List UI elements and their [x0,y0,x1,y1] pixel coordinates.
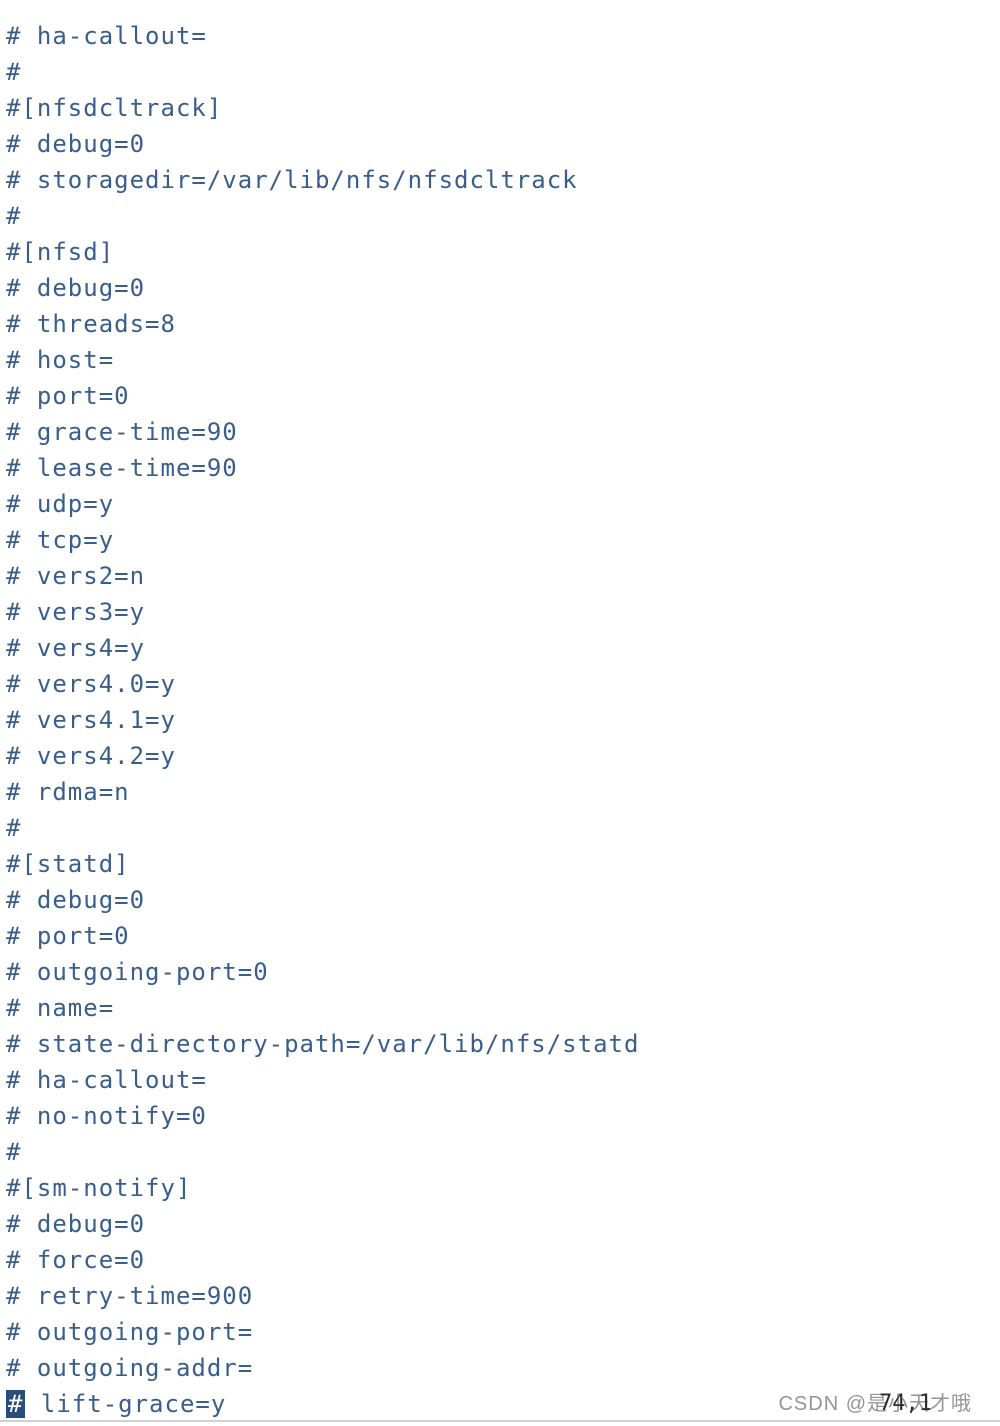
code-lines: # ha-callout= # #[nfsdcltrack] # debug=0… [6,22,639,1382]
cursor: # [6,1390,25,1418]
watermark: CSDN @是小天才哦 [778,1387,972,1416]
bottom-rule [0,1420,1000,1422]
config-file-content[interactable]: # ha-callout= # #[nfsdcltrack] # debug=0… [0,0,1000,1422]
code-last-rest: lift-grace=y [25,1390,226,1418]
